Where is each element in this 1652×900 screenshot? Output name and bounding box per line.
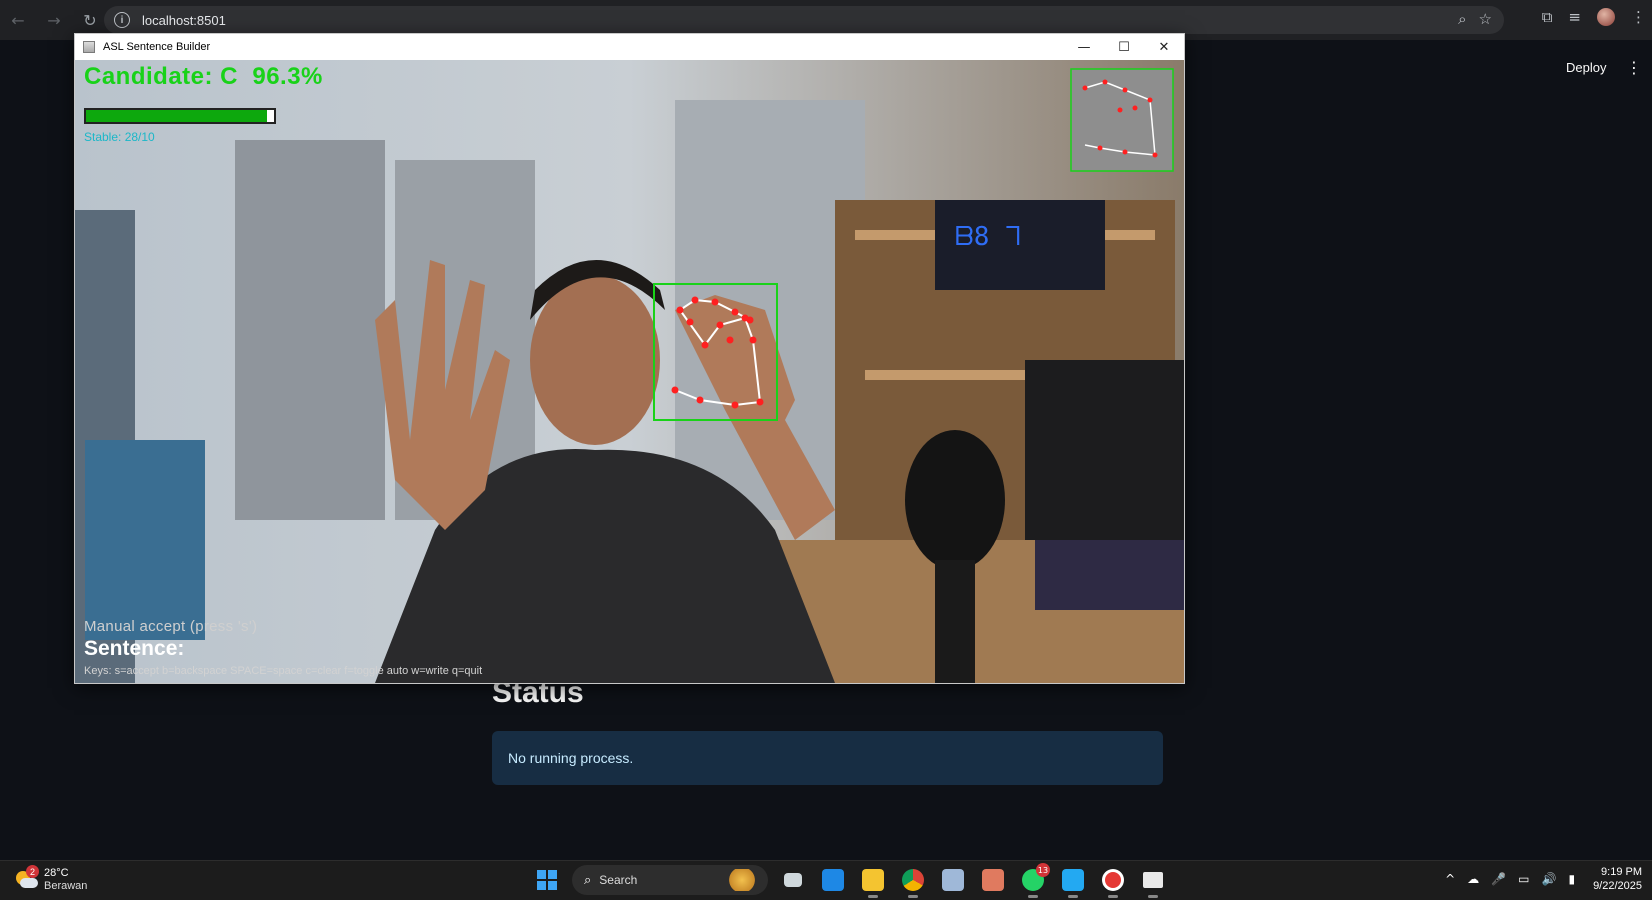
onedrive-icon[interactable]: ☁ [1467,872,1479,886]
address-bar[interactable]: i localhost:8501 ⌕ ☆ [104,6,1504,34]
clock-date: 9/22/2025 [1593,880,1642,892]
app-menu-icon[interactable]: ⋮ [1626,58,1642,77]
stable-counter: Stable: 28/10 [84,130,155,144]
weather-temp: 28°C [44,867,69,879]
network-icon[interactable]: ▭ [1518,872,1529,886]
window-titlebar[interactable]: ASL Sentence Builder — ☐ ✕ [75,34,1184,60]
windows-taskbar: 2 28°C Berawan ⌕ Search 13 ^ ☁ 🎤 ▭ � [0,860,1652,900]
close-button[interactable]: ✕ [1144,34,1184,60]
store-icon[interactable] [938,865,968,895]
search-label: Search [599,873,638,887]
blue-drawers [85,440,205,640]
clock-time: 9:19 PM [1601,866,1642,878]
file-explorer-icon[interactable] [858,865,888,898]
sentence-label: Sentence: [84,637,185,660]
reload-icon[interactable]: ↻ [77,7,103,33]
svg-text:ᗷ8 ᒣ: ᗷ8 ᒣ [955,222,1020,252]
weather-badge: 2 [26,865,39,878]
person-head [530,275,660,445]
forward-icon[interactable]: → [41,7,67,33]
bookmark-star-icon[interactable]: ☆ [1479,10,1492,28]
hand-crop-thumbnail [1070,68,1174,172]
whatsapp-icon[interactable]: 13 [1018,863,1050,898]
maximize-button[interactable]: ☐ [1104,34,1144,60]
media-control-icon[interactable]: ≡ [1568,8,1581,26]
left-curtain [235,140,385,520]
manual-accept-hint: Manual accept (press 's') [84,618,258,635]
back-icon[interactable]: ← [5,7,31,33]
task-view-icon[interactable] [778,865,808,895]
browser-menu-icon[interactable]: ⋮ [1631,8,1646,26]
start-button[interactable] [532,865,562,895]
window-title: ASL Sentence Builder [103,41,211,53]
asl-camera-window[interactable]: ASL Sentence Builder — ☐ ✕ ᗷ8 ᒣ Candidat… [74,33,1185,684]
vscode-icon[interactable] [1058,865,1088,898]
candidate-label: Candidate: C 96.3% [84,63,323,90]
status-info-alert: No running process. [492,731,1163,785]
search-highlight-icon [724,869,760,891]
chrome-icon[interactable] [898,865,928,898]
clock[interactable]: 9:19 PM 9/22/2025 [1593,865,1642,893]
whatsapp-badge: 13 [1036,863,1050,877]
weather-desc: Berawan [44,880,88,892]
camera-scene-image: ᗷ8 ᒣ [75,60,1184,683]
profile-avatar[interactable] [1597,8,1615,26]
keys-help-text: Keys: s=accept b=backspace SPACE=space c… [84,665,483,677]
confidence-bar-fill [86,110,268,122]
window-app-icon [83,41,95,53]
system-tray: ^ ☁ 🎤 ▭ 🔊 ▮ 9:19 PM 9/22/2025 [1445,865,1642,893]
minimize-button[interactable]: — [1064,34,1104,60]
microphone [905,430,1005,570]
python-window-icon[interactable] [1138,865,1168,898]
weather-widget[interactable]: 2 28°C Berawan [14,865,88,893]
deploy-button[interactable]: Deploy [1566,60,1606,75]
url-text[interactable]: localhost:8501 [142,13,226,28]
tray-overflow-icon[interactable]: ^ [1445,872,1455,886]
confidence-bar [84,108,276,124]
microphone-icon[interactable]: 🎤 [1491,872,1506,886]
camera-feed: ᗷ8 ᒣ Candidate: C 96.3% Stable: 28/10 Ma… [75,60,1184,683]
status-message: No running process. [508,750,634,766]
volume-icon[interactable]: 🔊 [1542,872,1557,886]
search-icon: ⌕ [584,872,592,888]
screen-recorder-icon[interactable] [1098,865,1128,898]
extensions-icon[interactable]: ⧉ [1542,8,1553,26]
site-info-icon[interactable]: i [114,12,130,28]
taskbar-search[interactable]: ⌕ Search [572,865,768,895]
weather-icon: 2 [14,865,39,891]
game-icon[interactable] [978,865,1008,895]
battery-icon[interactable]: ▮ [1568,872,1575,886]
zoom-icon[interactable]: ⌕ [1458,10,1466,28]
photos-icon[interactable] [818,865,848,895]
